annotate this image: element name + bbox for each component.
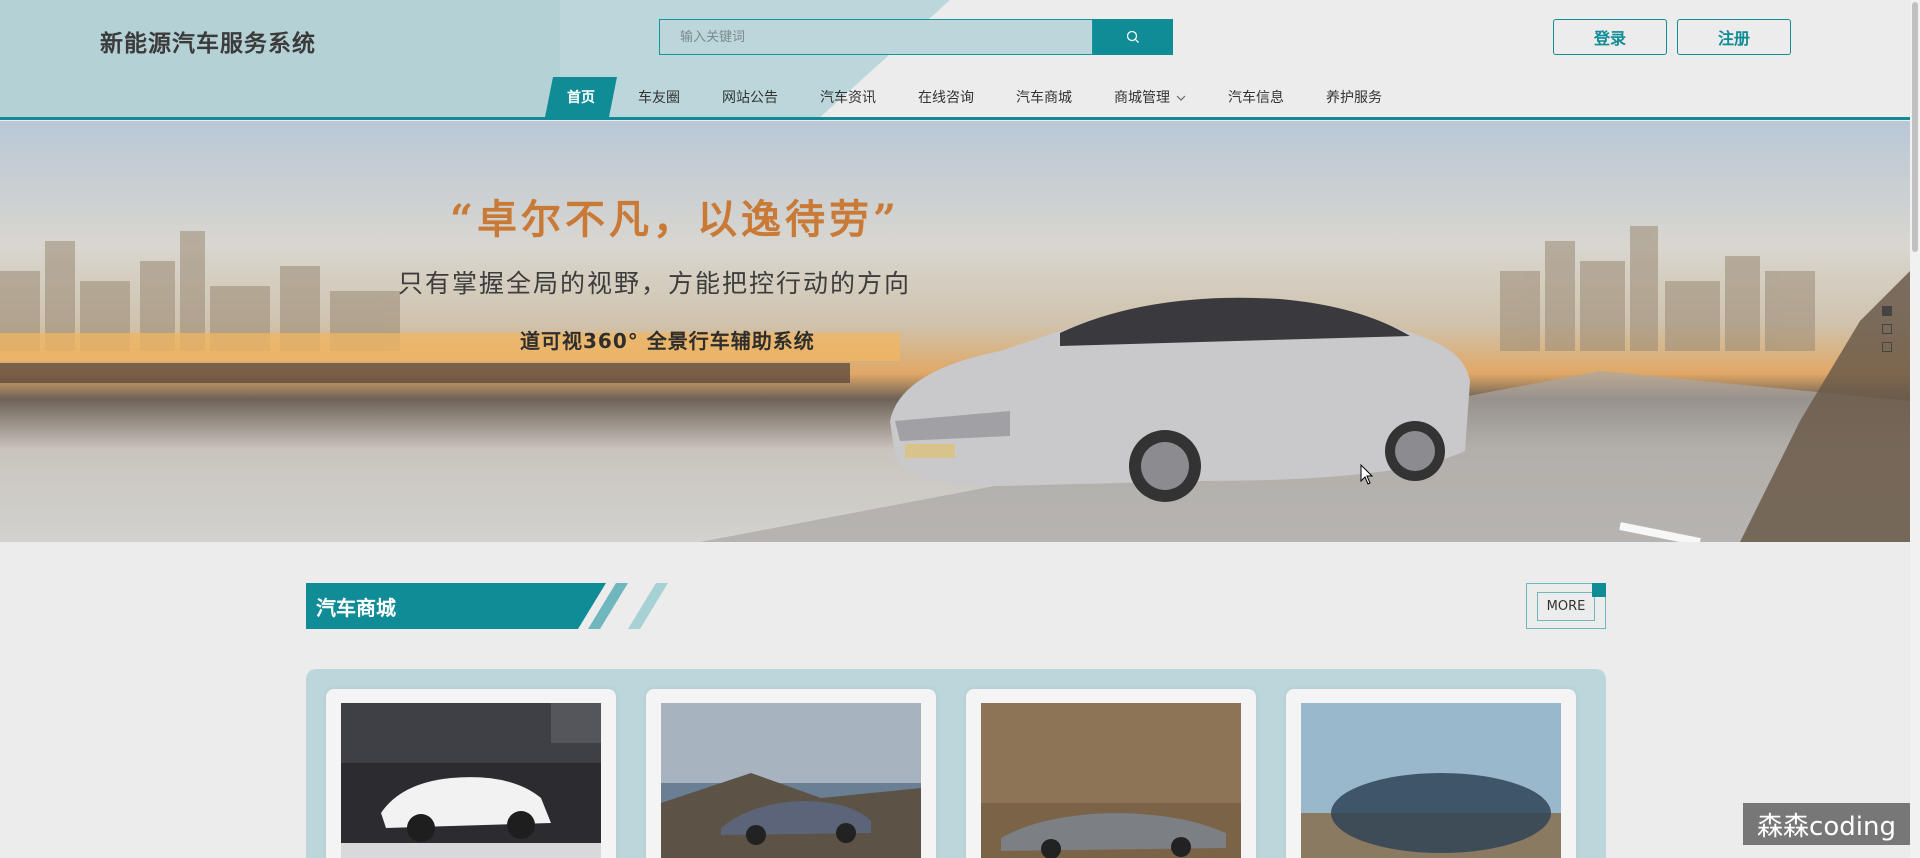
product-image xyxy=(341,703,601,858)
banner-subtitle: 只有掌握全局的视野，方能把控行动的方向 xyxy=(398,269,912,298)
header-background-tint-left xyxy=(0,0,560,120)
product-card[interactable] xyxy=(646,689,936,858)
section-header: 汽车商城 xyxy=(306,583,668,629)
car-illustration xyxy=(890,297,1470,502)
product-image xyxy=(1301,703,1561,858)
nav-item-label: 养护服务 xyxy=(1326,90,1382,106)
product-card[interactable] xyxy=(966,689,1256,858)
mouse-cursor-icon xyxy=(1360,464,1374,485)
nav-item-home[interactable]: 首页 xyxy=(545,77,617,117)
nav-item-label: 商城管理 xyxy=(1114,90,1170,106)
more-button-frame: MORE xyxy=(1526,583,1606,629)
nav-item-maintenance[interactable]: 养护服务 xyxy=(1305,77,1403,117)
decorative-stripe xyxy=(628,583,668,629)
corner-accent xyxy=(1592,583,1606,597)
nav-item-label: 首页 xyxy=(567,90,595,106)
carousel-dot[interactable] xyxy=(1882,306,1892,316)
search-input[interactable] xyxy=(659,19,1093,55)
header: 新能源汽车服务系统 登录 注册 首页 车友圈 网站公告 汽车资讯 在线咨询 汽车… xyxy=(0,0,1910,120)
main-nav: 首页 车友圈 网站公告 汽车资讯 在线咨询 汽车商城 商城管理 汽车信息 养护服… xyxy=(545,77,1403,117)
banner-quote: “卓尔不凡，以逸待劳” xyxy=(450,196,901,243)
search-icon xyxy=(1126,30,1139,43)
nav-item-mall-management[interactable]: 商城管理 xyxy=(1093,77,1207,117)
nav-item-label: 网站公告 xyxy=(722,90,778,106)
product-grid xyxy=(306,669,1606,858)
more-button[interactable]: MORE xyxy=(1536,591,1596,621)
carousel-dot[interactable] xyxy=(1882,342,1892,352)
product-image xyxy=(981,703,1241,858)
section-title: 汽车商城 xyxy=(306,583,606,629)
nav-item-online-consult[interactable]: 在线咨询 xyxy=(897,77,995,117)
watermark: 森森coding xyxy=(1743,803,1910,845)
nav-item-label: 车友圈 xyxy=(638,90,680,106)
nav-item-label: 汽车商城 xyxy=(1016,90,1072,106)
scrollbar-thumb[interactable] xyxy=(1912,2,1918,252)
search-button[interactable] xyxy=(1093,19,1173,55)
nav-item-car-club[interactable]: 车友圈 xyxy=(617,77,701,117)
register-button[interactable]: 注册 xyxy=(1677,19,1791,55)
hero-banner[interactable]: “卓尔不凡，以逸待劳” 只有掌握全局的视野，方能把控行动的方向 道可视360° … xyxy=(0,121,1910,542)
banner-tagline: 道可视360° 全景行车辅助系统 xyxy=(520,329,815,353)
product-image xyxy=(661,703,921,858)
banner-scene xyxy=(0,226,1910,542)
carousel-indicators xyxy=(1882,306,1892,352)
nav-item-label: 汽车信息 xyxy=(1228,90,1284,106)
product-card[interactable] xyxy=(326,689,616,858)
carousel-dot[interactable] xyxy=(1882,324,1892,334)
search-bar xyxy=(659,19,1173,55)
chevron-down-icon xyxy=(1176,89,1186,105)
product-card[interactable] xyxy=(1286,689,1576,858)
nav-item-announcements[interactable]: 网站公告 xyxy=(701,77,799,117)
nav-item-car-info[interactable]: 汽车信息 xyxy=(1207,77,1305,117)
nav-item-label: 汽车资讯 xyxy=(820,90,876,106)
nav-underline xyxy=(0,117,1910,120)
login-button[interactable]: 登录 xyxy=(1553,19,1667,55)
site-title: 新能源汽车服务系统 xyxy=(100,31,316,57)
page-scrollbar[interactable] xyxy=(1910,0,1920,858)
nav-item-car-news[interactable]: 汽车资讯 xyxy=(799,77,897,117)
nav-item-car-mall[interactable]: 汽车商城 xyxy=(995,77,1093,117)
nav-item-label: 在线咨询 xyxy=(918,90,974,106)
